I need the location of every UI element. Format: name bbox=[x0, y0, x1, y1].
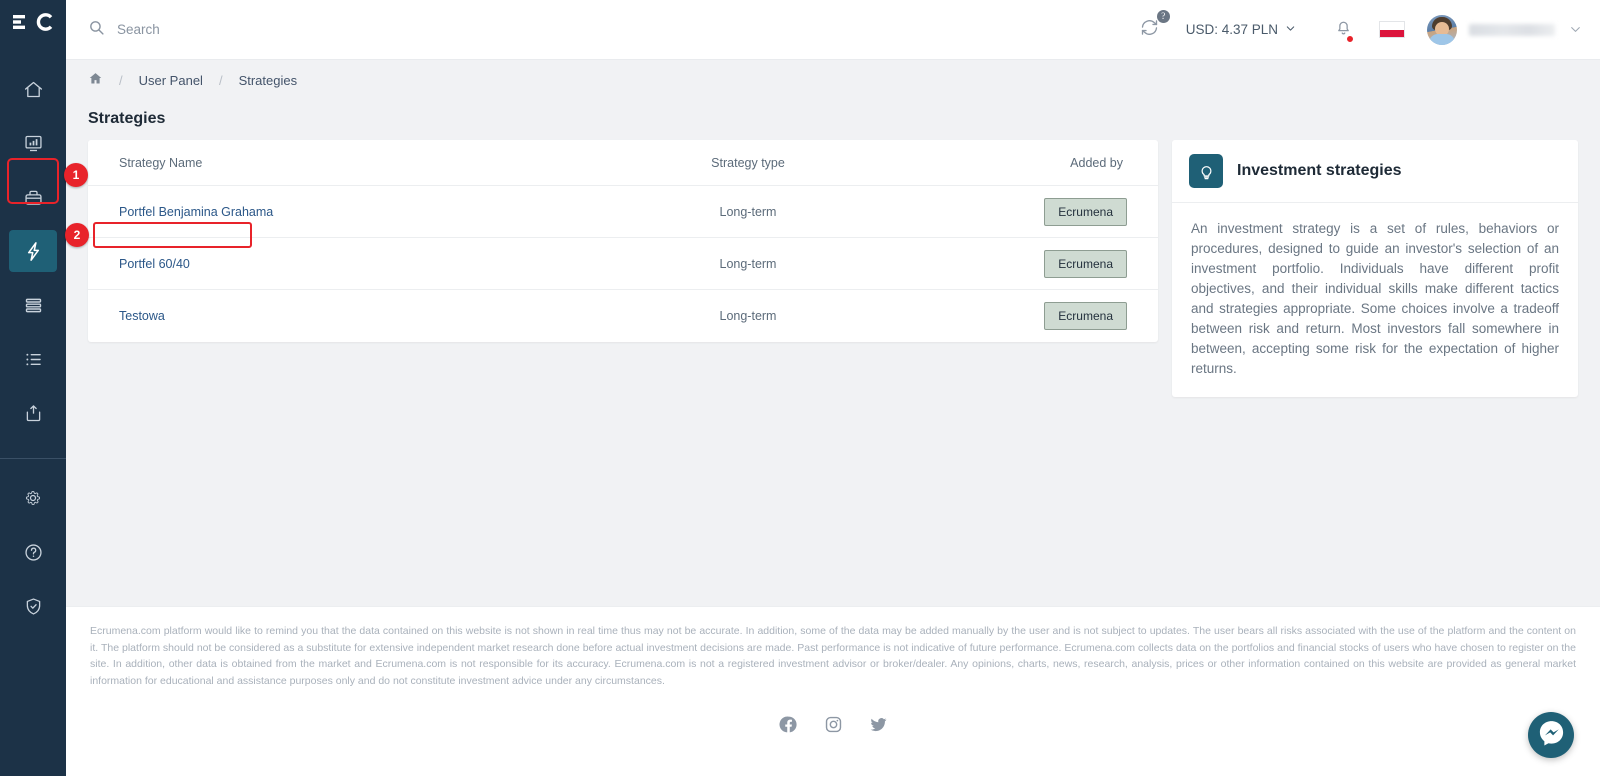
chevron-down-icon bbox=[1285, 22, 1296, 37]
table-row[interactable]: Testowa Long-term Ecrumena bbox=[88, 290, 1158, 342]
sidebar-item-strategies[interactable] bbox=[9, 230, 57, 272]
annotation-badge-1: 1 bbox=[64, 163, 88, 187]
footer: Ecrumena.com platform would like to remi… bbox=[66, 606, 1600, 776]
currency-selector[interactable]: USD: 4.37 PLN bbox=[1186, 22, 1296, 37]
cell-added-by: Ecrumena bbox=[918, 238, 1158, 290]
search-input[interactable] bbox=[117, 22, 417, 37]
investment-strategies-panel: Investment strategies An investment stra… bbox=[1172, 140, 1578, 397]
username-label bbox=[1469, 24, 1555, 36]
breadcrumb-separator: / bbox=[119, 73, 123, 88]
column-header-strategy-type: Strategy type bbox=[578, 140, 918, 186]
chart-screen-icon bbox=[23, 133, 44, 154]
table-row[interactable]: Portfel 60/40 Long-term Ecrumena bbox=[88, 238, 1158, 290]
currency-label: USD: 4.37 PLN bbox=[1186, 22, 1278, 37]
topbar: ? USD: 4.37 PLN bbox=[66, 0, 1600, 60]
strategy-link[interactable]: Testowa bbox=[119, 309, 165, 323]
help-badge[interactable]: ? bbox=[1157, 10, 1170, 23]
annotation-badge-2: 2 bbox=[65, 223, 89, 247]
added-by-button[interactable]: Ecrumena bbox=[1044, 302, 1127, 330]
strategies-table: Strategy Name Strategy type Added by Por… bbox=[88, 140, 1158, 342]
footer-socials bbox=[90, 715, 1576, 734]
layers-icon bbox=[23, 295, 44, 316]
cell-strategy-name: Testowa bbox=[88, 290, 578, 342]
sidebar-item-stacked[interactable] bbox=[9, 284, 57, 326]
table-row[interactable]: Portfel Benjamina Grahama Long-term Ecru… bbox=[88, 186, 1158, 238]
page-title: Strategies bbox=[66, 100, 1600, 140]
lightning-bolt-icon bbox=[22, 240, 45, 263]
messenger-icon bbox=[1537, 718, 1566, 752]
breadcrumb-home-icon[interactable] bbox=[88, 71, 103, 89]
search-container[interactable] bbox=[88, 19, 1139, 41]
info-panel-header: Investment strategies bbox=[1172, 140, 1578, 203]
sidebar-nav-secondary bbox=[0, 471, 66, 633]
twitter-icon[interactable] bbox=[869, 715, 888, 734]
sidebar-item-export[interactable] bbox=[9, 392, 57, 434]
cell-strategy-type: Long-term bbox=[578, 238, 918, 290]
cell-strategy-type: Long-term bbox=[578, 186, 918, 238]
column-header-added-by: Added by bbox=[918, 140, 1158, 186]
question-circle-icon bbox=[23, 542, 44, 563]
breadcrumb-item-user-panel[interactable]: User Panel bbox=[139, 73, 203, 88]
upload-box-icon bbox=[23, 403, 44, 424]
refresh-icon bbox=[1139, 17, 1160, 43]
table-header-row: Strategy Name Strategy type Added by bbox=[88, 140, 1158, 186]
poland-flag-icon[interactable] bbox=[1379, 21, 1405, 38]
cell-added-by: Ecrumena bbox=[918, 186, 1158, 238]
strategy-link[interactable]: Portfel Benjamina Grahama bbox=[119, 205, 273, 219]
info-panel-title: Investment strategies bbox=[1237, 162, 1402, 180]
app-logo[interactable] bbox=[0, 0, 66, 44]
messenger-chat-button[interactable] bbox=[1528, 712, 1574, 758]
cell-added-by: Ecrumena bbox=[918, 290, 1158, 342]
added-by-button[interactable]: Ecrumena bbox=[1044, 250, 1127, 278]
cell-strategy-type: Long-term bbox=[578, 290, 918, 342]
added-by-button[interactable]: Ecrumena bbox=[1044, 198, 1127, 226]
sidebar-item-lists[interactable] bbox=[9, 338, 57, 380]
sidebar-nav-primary bbox=[0, 62, 66, 440]
home-icon bbox=[23, 79, 44, 100]
gear-icon bbox=[23, 488, 43, 508]
sidebar-item-dashboard[interactable] bbox=[9, 122, 57, 164]
table-head: Strategy Name Strategy type Added by bbox=[88, 140, 1158, 186]
sidebar-item-portfolios[interactable] bbox=[9, 176, 57, 218]
notifications-button[interactable] bbox=[1334, 18, 1353, 42]
search-icon bbox=[88, 19, 105, 41]
breadcrumb-separator: / bbox=[219, 73, 223, 88]
avatar[interactable] bbox=[1427, 15, 1457, 45]
breadcrumb: / User Panel / Strategies bbox=[66, 60, 1600, 100]
cell-strategy-name: Portfel Benjamina Grahama bbox=[88, 186, 578, 238]
sidebar-item-home[interactable] bbox=[9, 68, 57, 110]
lightbulb-icon bbox=[1189, 154, 1223, 188]
sidebar-item-help[interactable] bbox=[9, 531, 57, 573]
cell-strategy-name: Portfel 60/40 bbox=[88, 238, 578, 290]
strategy-link[interactable]: Portfel 60/40 bbox=[119, 257, 190, 271]
instagram-icon[interactable] bbox=[824, 715, 843, 734]
sidebar-divider bbox=[0, 458, 66, 459]
refresh-button[interactable]: ? bbox=[1139, 17, 1160, 43]
list-icon bbox=[23, 349, 44, 370]
notification-dot bbox=[1346, 35, 1354, 43]
sidebar-item-security[interactable] bbox=[9, 585, 57, 627]
sidebar bbox=[0, 0, 66, 776]
sidebar-item-settings[interactable] bbox=[9, 477, 57, 519]
facebook-icon[interactable] bbox=[779, 715, 798, 734]
main-area: ? USD: 4.37 PLN bbox=[66, 0, 1600, 776]
footer-disclaimer: Ecrumena.com platform would like to remi… bbox=[90, 623, 1576, 689]
breadcrumb-item-strategies[interactable]: Strategies bbox=[239, 73, 298, 88]
info-panel-body: An investment strategy is a set of rules… bbox=[1172, 203, 1578, 397]
app-root: ? USD: 4.37 PLN bbox=[0, 0, 1600, 776]
content-area: Strategy Name Strategy type Added by Por… bbox=[66, 140, 1600, 397]
strategies-table-card: Strategy Name Strategy type Added by Por… bbox=[88, 140, 1158, 342]
table-body: Portfel Benjamina Grahama Long-term Ecru… bbox=[88, 186, 1158, 342]
briefcase-icon bbox=[23, 187, 44, 208]
topbar-actions: ? USD: 4.37 PLN bbox=[1139, 15, 1582, 45]
shield-check-icon bbox=[23, 596, 44, 617]
user-menu-chevron-down-icon[interactable] bbox=[1569, 23, 1582, 36]
column-header-strategy-name: Strategy Name bbox=[88, 140, 578, 186]
